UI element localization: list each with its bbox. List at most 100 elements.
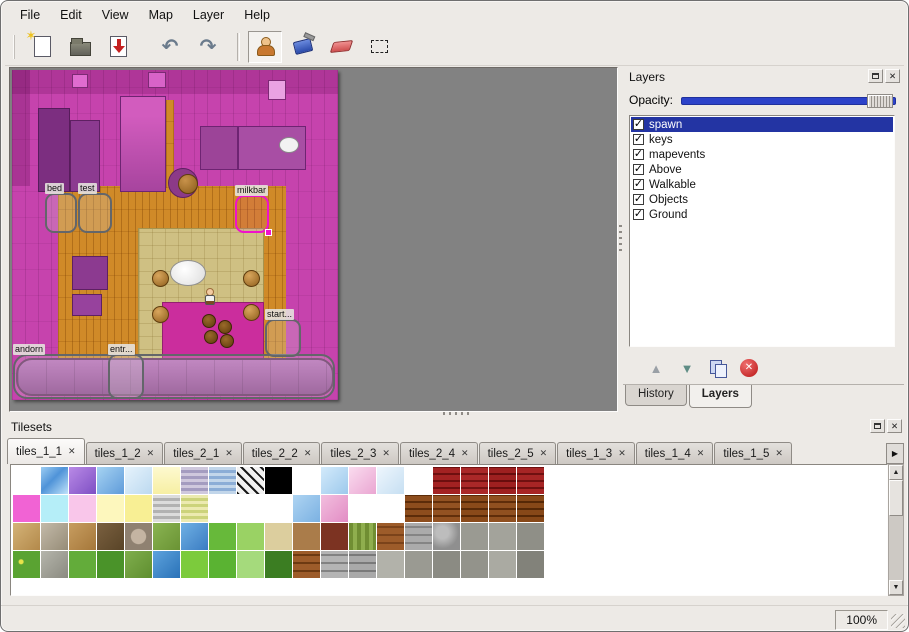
layer-row-Walkable[interactable]: ✓Walkable [631, 177, 893, 192]
tab-close-icon[interactable]: ✕ [68, 447, 76, 456]
tileset-tile[interactable] [321, 523, 348, 550]
tab-layers[interactable]: Layers [689, 385, 752, 408]
scroll-down-button[interactable]: ▼ [889, 580, 903, 595]
tileset-tile[interactable] [125, 551, 152, 578]
tileset-tile[interactable] [293, 467, 320, 494]
tileset-tab-tiles_1_1[interactable]: tiles_1_1✕ [7, 438, 85, 464]
tileset-tile[interactable] [433, 523, 460, 550]
tileset-tile[interactable] [293, 551, 320, 578]
save-file-button[interactable] [101, 31, 135, 63]
tileset-scrollbar[interactable]: ▲ ▼ [888, 464, 904, 596]
map-object-start[interactable]: start... [265, 319, 301, 357]
tileset-tab-tiles_1_4[interactable]: tiles_1_4✕ [636, 442, 714, 464]
tileset-tile[interactable] [265, 495, 292, 522]
tileset-tile[interactable] [209, 467, 236, 494]
close-panel-button[interactable]: ✕ [885, 69, 900, 83]
tileset-tile[interactable] [13, 551, 40, 578]
tileset-tile[interactable] [237, 495, 264, 522]
tileset-tile[interactable] [41, 467, 68, 494]
tileset-tile[interactable] [377, 495, 404, 522]
tileset-tile[interactable] [489, 523, 516, 550]
tileset-tile[interactable] [125, 523, 152, 550]
tab-close-icon[interactable]: ✕ [225, 449, 233, 458]
tileset-tile[interactable] [433, 467, 460, 494]
tab-close-icon[interactable]: ✕ [304, 449, 312, 458]
tileset-tile[interactable] [293, 495, 320, 522]
tileset-tile[interactable] [97, 551, 124, 578]
duplicate-layer-button[interactable] [707, 357, 729, 379]
menu-edit[interactable]: Edit [51, 5, 91, 25]
tileset-tile[interactable] [405, 523, 432, 550]
tileset-tile[interactable] [97, 495, 124, 522]
tileset-tile[interactable] [265, 523, 292, 550]
tileset-tile[interactable] [321, 467, 348, 494]
layer-row-keys[interactable]: ✓keys [631, 132, 893, 147]
tab-close-icon[interactable]: ✕ [382, 449, 390, 458]
tileset-tile[interactable] [97, 523, 124, 550]
tileset-tile[interactable] [349, 551, 376, 578]
tileset-tile[interactable] [237, 523, 264, 550]
map-object-milkbar-selected[interactable]: milkbar [235, 195, 269, 233]
layer-visibility-checkbox[interactable]: ✓ [633, 179, 644, 190]
layer-row-Ground[interactable]: ✓Ground [631, 207, 893, 222]
scrollbar-thumb[interactable] [889, 480, 903, 516]
tileset-tile[interactable] [517, 495, 544, 522]
tileset-tile[interactable] [461, 551, 488, 578]
tileset-tile[interactable] [405, 467, 432, 494]
tileset-tile[interactable] [125, 467, 152, 494]
tileset-tile[interactable] [517, 467, 544, 494]
layer-visibility-checkbox[interactable]: ✓ [633, 194, 644, 205]
menu-view[interactable]: View [93, 5, 138, 25]
eraser-tool-button[interactable] [324, 31, 358, 63]
tileset-tile[interactable] [349, 467, 376, 494]
layer-visibility-checkbox[interactable]: ✓ [633, 209, 644, 220]
float-panel-button[interactable] [870, 419, 885, 433]
map-object-test[interactable]: test [78, 193, 112, 233]
tileset-tile[interactable] [461, 523, 488, 550]
tab-close-icon[interactable]: ✕ [775, 449, 783, 458]
tileset-tile[interactable] [237, 551, 264, 578]
tileset-tile[interactable] [517, 523, 544, 550]
tileset-tile[interactable] [41, 495, 68, 522]
tileset-tile[interactable] [13, 467, 40, 494]
layer-row-spawn[interactable]: ✓spawn [631, 117, 893, 132]
tileset-tile[interactable] [209, 551, 236, 578]
tileset-tab-tiles_2_3[interactable]: tiles_2_3✕ [321, 442, 399, 464]
stamp-tool-button[interactable] [248, 31, 282, 63]
opacity-slider[interactable] [681, 97, 896, 105]
tileset-tile[interactable] [293, 523, 320, 550]
tileset-tile[interactable] [489, 495, 516, 522]
tileset-tile[interactable] [349, 495, 376, 522]
tileset-tile[interactable] [13, 495, 40, 522]
tab-close-icon[interactable]: ✕ [461, 449, 469, 458]
tileset-tile[interactable] [489, 467, 516, 494]
raise-layer-button[interactable]: ▲ [645, 357, 667, 379]
fill-tool-button[interactable] [286, 31, 320, 63]
menu-help[interactable]: Help [235, 5, 279, 25]
lower-layer-button[interactable]: ▼ [676, 357, 698, 379]
tileset-tile[interactable] [69, 551, 96, 578]
map-object-andorn[interactable]: andorn [13, 354, 335, 399]
tileset-tile[interactable] [517, 551, 544, 578]
toolbar-drag-handle[interactable] [13, 35, 17, 59]
resize-grip[interactable] [891, 614, 905, 628]
tileset-tile[interactable] [237, 467, 264, 494]
layer-row-Objects[interactable]: ✓Objects [631, 192, 893, 207]
delete-layer-button[interactable]: ✕ [738, 357, 760, 379]
tileset-tile[interactable] [153, 467, 180, 494]
tileset-tile[interactable] [153, 523, 180, 550]
tab-close-icon[interactable]: ✕ [147, 449, 155, 458]
tileset-tile[interactable] [41, 551, 68, 578]
menu-file[interactable]: File [11, 5, 49, 25]
map-object-entr[interactable]: entr... [108, 354, 144, 399]
tileset-tab-tiles_2_5[interactable]: tiles_2_5✕ [479, 442, 557, 464]
tileset-tile[interactable] [321, 495, 348, 522]
tileset-tab-tiles_1_5[interactable]: tiles_1_5✕ [714, 442, 792, 464]
tab-close-icon[interactable]: ✕ [618, 449, 626, 458]
tileset-tab-tiles_2_4[interactable]: tiles_2_4✕ [400, 442, 478, 464]
float-panel-button[interactable] [868, 69, 883, 83]
tileset-tile[interactable] [209, 495, 236, 522]
tileset-tile[interactable] [265, 551, 292, 578]
tileset-tile[interactable] [433, 551, 460, 578]
tileset-tile[interactable] [41, 523, 68, 550]
